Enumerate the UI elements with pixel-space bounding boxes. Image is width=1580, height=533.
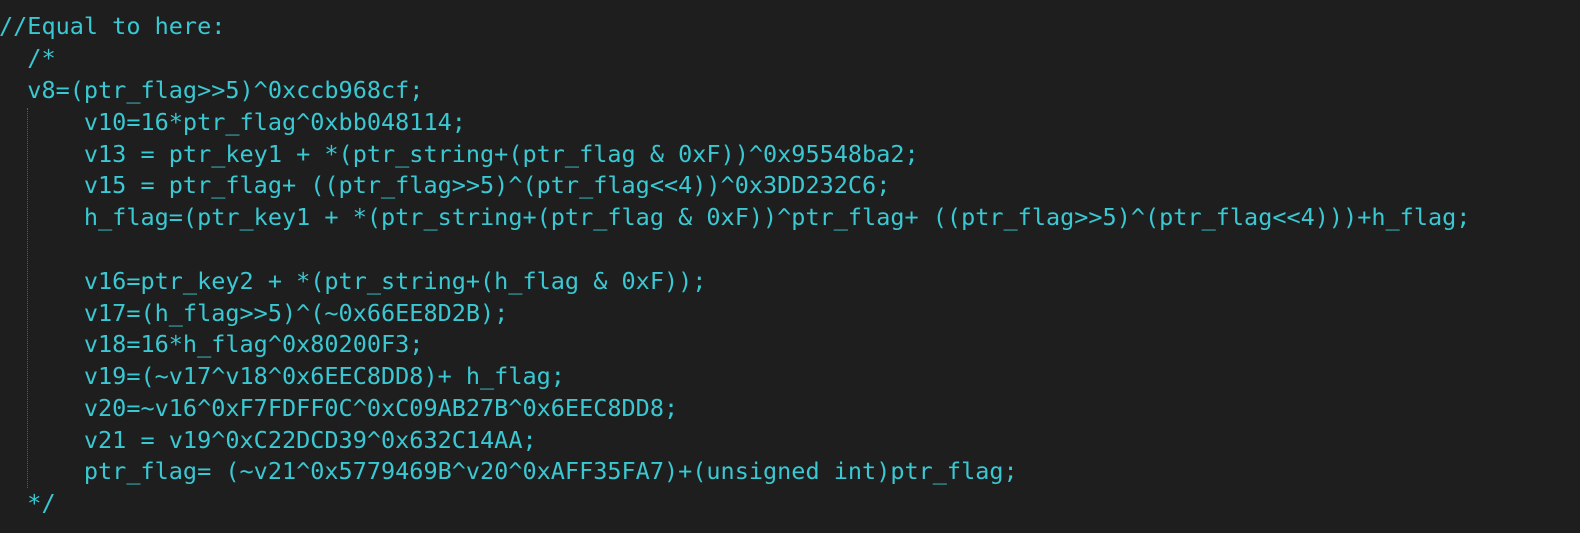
code-line-5[interactable]: v13 = ptr_key1 + *(ptr_string+(ptr_flag … — [0, 139, 919, 171]
code-line-16[interactable]: */ — [0, 488, 55, 520]
code-line-2[interactable]: /* — [0, 43, 55, 75]
code-line-4[interactable]: v10=16*ptr_flag^0xbb048114; — [0, 107, 466, 139]
code-line-3[interactable]: v8=(ptr_flag>>5)^0xccb968cf; — [0, 75, 423, 107]
code-line-12[interactable]: v19=(~v17^v18^0x6EEC8DD8)+ h_flag; — [0, 361, 565, 393]
code-line-10[interactable]: v17=(h_flag>>5)^(~0x66EE8D2B); — [0, 298, 508, 330]
code-editor[interactable]: //Equal to here: /* v8=(ptr_flag>>5)^0xc… — [0, 0, 1580, 533]
code-line-7[interactable]: h_flag=(ptr_key1 + *(ptr_string+(ptr_fla… — [0, 202, 1471, 234]
code-line-13[interactable]: v20=~v16^0xF7FDFF0C^0xC09AB27B^0x6EEC8DD… — [0, 393, 678, 425]
code-line-9[interactable]: v16=ptr_key2 + *(ptr_string+(h_flag & 0x… — [0, 266, 707, 298]
code-line-1[interactable]: //Equal to here: — [0, 11, 225, 43]
code-line-15[interactable]: ptr_flag= (~v21^0x5779469B^v20^0xAFF35FA… — [0, 456, 1018, 488]
code-line-11[interactable]: v18=16*h_flag^0x80200F3; — [0, 329, 424, 361]
code-line-6[interactable]: v15 = ptr_flag+ ((ptr_flag>>5)^(ptr_flag… — [0, 170, 890, 202]
code-line-14[interactable]: v21 = v19^0xC22DCD39^0x632C14AA; — [0, 425, 537, 457]
